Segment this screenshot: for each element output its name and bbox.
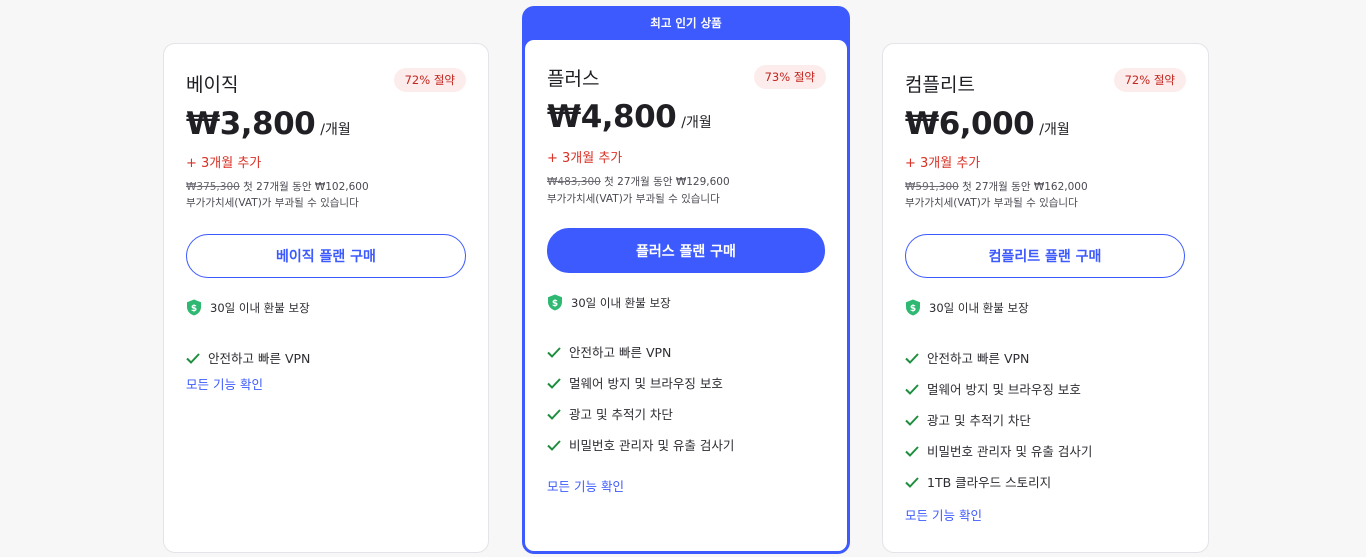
feature-label: 안전하고 빠른 VPN — [927, 351, 1030, 366]
price-period: /개월 — [681, 115, 712, 131]
billing-details: ₩591,300 첫 27개월 동안 ₩162,000 — [905, 179, 1088, 194]
feature-item: 멀웨어 방지 및 브라우징 보호 — [905, 373, 1092, 404]
refund-guarantee: $ 30일 이내 환불 보장 — [186, 299, 310, 316]
plan-card-complete: 컴플리트 72% 절약 ₩6,000 /개월 + 3개월 추가 ₩591,300… — [882, 43, 1209, 553]
billing-text: 첫 27개월 동안 ₩162,000 — [958, 181, 1088, 193]
feature-item: 비밀번호 관리자 및 유출 검사기 — [905, 435, 1092, 466]
see-all-features-link[interactable]: 모든 기능 확인 — [905, 505, 982, 524]
feature-label: 광고 및 추적기 차단 — [569, 407, 673, 422]
feature-item: 비밀번호 관리자 및 유출 검사기 — [547, 429, 734, 460]
plan-name: 베이직 — [186, 74, 239, 96]
buy-complete-button[interactable]: 컴플리트 플랜 구매 — [905, 234, 1185, 278]
feature-label: 광고 및 추적기 차단 — [927, 413, 1031, 428]
feature-list: 안전하고 빠른 VPN 멀웨어 방지 및 브라우징 보호 광고 및 추적기 차단… — [905, 342, 1092, 497]
check-icon — [905, 445, 919, 457]
refund-guarantee: $ 30일 이내 환불 보장 — [905, 299, 1029, 316]
svg-text:$: $ — [552, 299, 558, 309]
feature-item: 안전하고 빠른 VPN — [547, 336, 734, 367]
feature-item: 광고 및 추적기 차단 — [547, 398, 734, 429]
original-price: ₩591,300 — [905, 181, 959, 193]
shield-check-icon: $ — [186, 299, 202, 316]
feature-label: 비밀번호 관리자 및 유출 검사기 — [569, 438, 735, 453]
see-all-features-link[interactable]: 모든 기능 확인 — [547, 476, 624, 495]
check-icon — [905, 352, 919, 364]
see-all-features-link[interactable]: 모든 기능 확인 — [186, 374, 263, 393]
feature-label: 안전하고 빠른 VPN — [208, 351, 311, 366]
check-icon — [186, 352, 200, 364]
feature-label: 안전하고 빠른 VPN — [569, 345, 672, 360]
refund-guarantee: $ 30일 이내 환불 보장 — [547, 294, 671, 311]
billing-text: 첫 27개월 동안 ₩129,600 — [600, 176, 730, 188]
check-icon — [905, 476, 919, 488]
guarantee-label: 30일 이내 환불 보장 — [210, 300, 310, 315]
discount-badge: 72% 절약 — [393, 68, 466, 92]
check-icon — [547, 439, 561, 451]
plan-name: 컴플리트 — [905, 74, 975, 96]
plan-name: 플러스 — [547, 68, 600, 90]
check-icon — [547, 408, 561, 420]
price-period: /개월 — [1039, 122, 1070, 138]
svg-text:$: $ — [910, 304, 916, 314]
bonus-months: + 3개월 추가 — [186, 156, 262, 171]
check-icon — [547, 346, 561, 358]
original-price: ₩375,300 — [186, 181, 240, 193]
svg-text:$: $ — [191, 304, 197, 314]
shield-check-icon: $ — [905, 299, 921, 316]
plan-card-plus: 최고 인기 상품 플러스 73% 절약 ₩4,800 /개월 + 3개월 추가 … — [522, 6, 850, 554]
billing-details: ₩483,300 첫 27개월 동안 ₩129,600 — [547, 174, 730, 189]
feature-item: 안전하고 빠른 VPN — [186, 342, 310, 373]
plan-card-plus-body: 플러스 73% 절약 ₩4,800 /개월 + 3개월 추가 ₩483,300 … — [525, 40, 847, 551]
feature-list: 안전하고 빠른 VPN 멀웨어 방지 및 브라우징 보호 광고 및 추적기 차단… — [547, 336, 734, 460]
guarantee-label: 30일 이내 환불 보장 — [929, 300, 1029, 315]
check-icon — [905, 383, 919, 395]
price-row: ₩6,000 /개월 — [905, 106, 1070, 142]
feature-item: 멀웨어 방지 및 브라우징 보호 — [547, 367, 734, 398]
original-price: ₩483,300 — [547, 176, 601, 188]
buy-plus-button[interactable]: 플러스 플랜 구매 — [547, 228, 825, 273]
price-row: ₩3,800 /개월 — [186, 106, 351, 142]
feature-list: 안전하고 빠른 VPN — [186, 342, 310, 373]
check-icon — [547, 377, 561, 389]
feature-item: 안전하고 빠른 VPN — [905, 342, 1092, 373]
plan-price: ₩3,800 — [186, 106, 316, 142]
guarantee-label: 30일 이내 환불 보장 — [571, 295, 671, 310]
vat-notice: 부가가치세(VAT)가 부과될 수 있습니다 — [547, 193, 720, 205]
buy-basic-button[interactable]: 베이직 플랜 구매 — [186, 234, 466, 278]
shield-check-icon: $ — [547, 294, 563, 311]
vat-notice: 부가가치세(VAT)가 부과될 수 있습니다 — [905, 197, 1078, 209]
feature-label: 멀웨어 방지 및 브라우징 보호 — [927, 382, 1081, 397]
billing-text: 첫 27개월 동안 ₩102,600 — [239, 181, 369, 193]
most-popular-banner: 최고 인기 상품 — [650, 16, 722, 30]
vat-notice: 부가가치세(VAT)가 부과될 수 있습니다 — [186, 197, 359, 209]
bonus-months: + 3개월 추가 — [547, 151, 623, 166]
plan-card-basic: 베이직 72% 절약 ₩3,800 /개월 + 3개월 추가 ₩375,300 … — [163, 43, 489, 553]
price-row: ₩4,800 /개월 — [547, 99, 712, 135]
bonus-months: + 3개월 추가 — [905, 156, 981, 171]
feature-label: 비밀번호 관리자 및 유출 검사기 — [927, 444, 1093, 459]
feature-label: 1TB 클라우드 스토리지 — [927, 475, 1052, 490]
check-icon — [905, 414, 919, 426]
feature-item: 광고 및 추적기 차단 — [905, 404, 1092, 435]
discount-badge: 72% 절약 — [1113, 68, 1186, 92]
plan-price: ₩4,800 — [547, 99, 677, 135]
feature-label: 멀웨어 방지 및 브라우징 보호 — [569, 376, 723, 391]
plan-price: ₩6,000 — [905, 106, 1035, 142]
billing-details: ₩375,300 첫 27개월 동안 ₩102,600 — [186, 179, 369, 194]
price-period: /개월 — [320, 122, 351, 138]
discount-badge: 73% 절약 — [753, 65, 826, 89]
feature-item: 1TB 클라우드 스토리지 — [905, 466, 1092, 497]
